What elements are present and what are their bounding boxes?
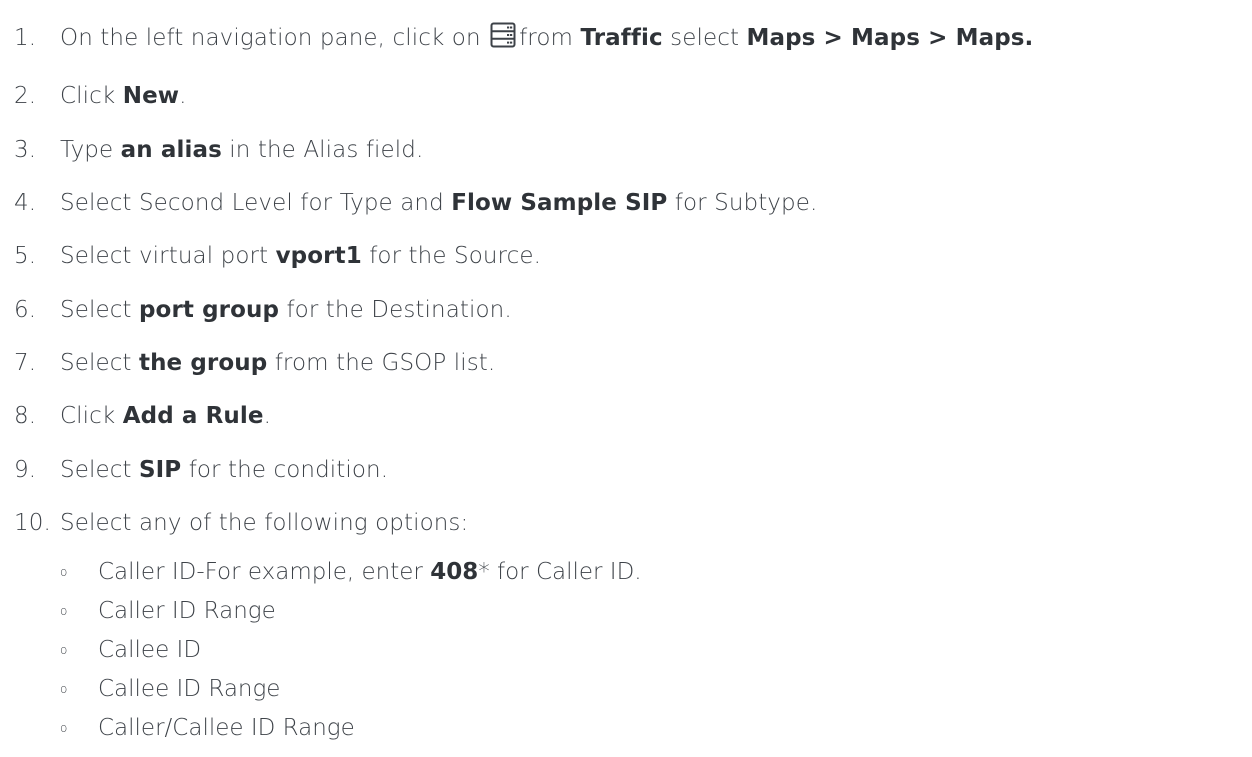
server-stack-icon: [490, 22, 516, 48]
step-number: 8.: [14, 403, 37, 429]
step-10: 10. Select any of the following options:: [14, 508, 468, 538]
step-8: 8. Click Add a Rule.: [14, 401, 271, 431]
step-bold: New: [122, 83, 180, 109]
step-text: Select Second Level for Type and: [60, 190, 444, 216]
step-bold: the group: [138, 350, 268, 376]
step-text: Select any of the following options:: [60, 510, 469, 536]
step-text: On the left navigation pane, click on: [60, 25, 481, 51]
step-bold: Traffic: [580, 25, 663, 51]
option-item: o Caller/Callee ID Range: [60, 713, 355, 744]
step-number: 1.: [14, 25, 37, 51]
step-6: 6. Select port group for the Destination.: [14, 295, 512, 325]
step-bold: Add a Rule: [122, 403, 264, 429]
step-5: 5. Select virtual port vport1 for the Sou…: [14, 241, 541, 271]
bullet-icon: o: [60, 564, 68, 579]
bullet-icon: o: [60, 720, 68, 735]
bullet-icon: o: [60, 642, 68, 657]
step-9: 9. Select SIP for the condition.: [14, 455, 388, 485]
step-text: select: [670, 25, 740, 51]
bullet-icon: o: [60, 681, 68, 696]
step-text: Select: [60, 297, 132, 323]
option-text: Caller ID Range: [98, 598, 276, 624]
step-text: Click: [60, 83, 116, 109]
option-text: Caller/Callee ID Range: [98, 715, 355, 741]
step-text: for the Destination.: [286, 297, 512, 323]
step-1: 1. On the left navigation pane, click on …: [14, 22, 1033, 53]
step-2: 2. Click New.: [14, 81, 187, 111]
step-text: .: [179, 83, 187, 109]
option-text: * for Caller ID.: [478, 559, 642, 585]
step-text: Select virtual port: [60, 243, 269, 269]
step-text: Click: [60, 403, 116, 429]
step-text: from: [519, 25, 574, 51]
procedure-document: 1. On the left navigation pane, click on …: [0, 0, 1252, 757]
step-text: for the Source.: [369, 243, 542, 269]
step-text: Select: [60, 350, 132, 376]
step-4: 4. Select Second Level for Type and Flow …: [14, 188, 817, 218]
step-number: 3.: [14, 137, 37, 163]
step-bold: Maps > Maps > Maps.: [746, 25, 1034, 51]
step-text: .: [263, 403, 271, 429]
option-item: o Callee ID: [60, 635, 201, 666]
step-bold: port group: [138, 297, 280, 323]
bullet-icon: o: [60, 603, 68, 618]
option-text: Caller ID-For example, enter: [98, 559, 423, 585]
step-text: Select: [60, 457, 132, 483]
step-number: 4.: [14, 190, 37, 216]
option-bold: 408: [430, 559, 479, 585]
step-bold: vport1: [275, 243, 362, 269]
step-7: 7. Select the group from the GSOP list.: [14, 348, 495, 378]
option-item: o Caller ID Range: [60, 596, 276, 627]
step-number: 9.: [14, 457, 37, 483]
step-text: for Subtype.: [674, 190, 818, 216]
option-item: o Callee ID Range: [60, 674, 280, 705]
step-bold: an alias: [120, 137, 222, 163]
option-item: o Caller ID-For example, enter 408* for C…: [60, 557, 642, 588]
step-bold: SIP: [138, 457, 182, 483]
step-text: from the GSOP list.: [274, 350, 496, 376]
step-3: 3. Type an alias in the Alias field.: [14, 135, 423, 165]
option-text: Callee ID: [98, 637, 202, 663]
step-number: 2.: [14, 83, 37, 109]
step-bold: Flow Sample SIP: [451, 190, 668, 216]
step-number: 7.: [14, 350, 37, 376]
step-number: 10.: [14, 510, 51, 536]
option-text: Callee ID Range: [98, 676, 281, 702]
step-number: 5.: [14, 243, 37, 269]
step-number: 6.: [14, 297, 37, 323]
step-text: for the condition.: [188, 457, 389, 483]
step-text: Type: [60, 137, 114, 163]
step-text: in the Alias field.: [229, 137, 424, 163]
